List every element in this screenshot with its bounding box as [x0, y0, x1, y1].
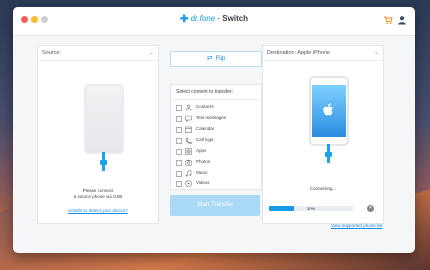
call-logs-icon	[185, 137, 192, 144]
content-item-label: Calendar	[196, 126, 215, 131]
flip-button[interactable]: ⇄ Flip	[170, 51, 262, 67]
usb-cable-tail	[327, 157, 330, 163]
plus-logo-icon: ✚	[179, 14, 189, 25]
content-item-label: Text messages	[196, 115, 227, 120]
destination-iphone	[309, 76, 349, 146]
chevron-down-icon[interactable]: ⌄	[374, 46, 379, 60]
content-item-contacts[interactable]: Contacts	[176, 102, 256, 112]
iphone-screen	[312, 85, 346, 137]
progress-percent: 30%	[306, 206, 315, 211]
content-item-label: Photos	[196, 159, 211, 164]
brand-logo-text: dr.fone	[190, 14, 216, 23]
flip-label: Flip	[215, 56, 226, 62]
chevron-down-icon[interactable]: ⌄	[149, 46, 154, 60]
view-supported-phones-link[interactable]: View supported phone list	[331, 223, 382, 228]
content-header: Select content to transfer:	[171, 85, 261, 100]
usb-cable-icon	[327, 144, 330, 152]
cancel-progress-icon[interactable]: ✕	[367, 205, 374, 212]
content-selection-panel: Select content to transfer: Contacts Tex…	[170, 84, 262, 190]
user-icon[interactable]	[397, 15, 407, 25]
checkbox[interactable]	[176, 127, 182, 133]
music-icon	[185, 170, 192, 177]
usb-cable-tail	[102, 165, 105, 171]
checkbox[interactable]	[176, 105, 182, 111]
photos-icon	[185, 159, 192, 166]
unable-to-detect-link[interactable]: Unable to detect your device?	[38, 208, 158, 213]
checkbox[interactable]	[176, 116, 182, 122]
content-item-apps[interactable]: Apps	[176, 146, 256, 156]
content-item-calendar[interactable]: Calendar	[176, 124, 256, 134]
content-item-videos[interactable]: Videos	[176, 178, 256, 188]
content-item-label: Apps	[196, 148, 207, 153]
cart-icon[interactable]	[383, 15, 393, 25]
content-item-photos[interactable]: Photos	[176, 157, 256, 167]
source-message: Please connect a source phone via USB	[38, 188, 158, 200]
source-header[interactable]: Source: ⌄	[38, 46, 158, 61]
connection-status: Connecting...	[309, 186, 337, 191]
content-item-call-logs[interactable]: Call logs	[176, 135, 256, 145]
destination-panel: Destination: Apple iPhone ⌄ Connecting..…	[262, 45, 384, 224]
swap-arrows-icon: ⇄	[206, 55, 213, 62]
transfer-progress-bar: 30%	[269, 206, 353, 211]
title-bar: ✚ dr.fone - Switch	[13, 7, 415, 36]
source-panel: Source: ⌄ Please connect a source phone …	[37, 45, 159, 224]
content-item-label: Call logs	[196, 137, 214, 142]
contacts-icon	[185, 104, 192, 111]
content-item-label: Contacts	[196, 104, 214, 109]
destination-header[interactable]: Destination: Apple iPhone ⌄	[263, 46, 383, 61]
app-brand: ✚ dr.fone - Switch	[13, 14, 415, 25]
start-transfer-button[interactable]: Start Transfer	[170, 195, 260, 216]
videos-icon	[185, 180, 192, 187]
brand-app-name: Switch	[222, 14, 249, 23]
content-item-label: Videos	[196, 180, 210, 185]
content-item-text-messages[interactable]: Text messages	[176, 113, 256, 123]
checkbox[interactable]	[176, 160, 182, 166]
checkbox[interactable]	[176, 171, 182, 177]
calendar-icon	[185, 126, 192, 133]
checkbox[interactable]	[176, 138, 182, 144]
checkbox[interactable]	[176, 181, 182, 187]
usb-cable-icon	[102, 152, 105, 160]
source-phone-placeholder	[84, 84, 124, 154]
destination-header-label: Destination: Apple iPhone	[267, 50, 330, 56]
apps-icon	[185, 148, 192, 155]
content-item-music[interactable]: Music	[176, 168, 256, 178]
messages-icon	[185, 115, 192, 122]
source-message-line2: a source phone via USB	[73, 194, 123, 199]
checkbox[interactable]	[176, 149, 182, 155]
source-header-label: Source:	[42, 50, 61, 56]
apple-logo-icon	[323, 103, 333, 116]
content-item-label: Music	[196, 170, 208, 175]
